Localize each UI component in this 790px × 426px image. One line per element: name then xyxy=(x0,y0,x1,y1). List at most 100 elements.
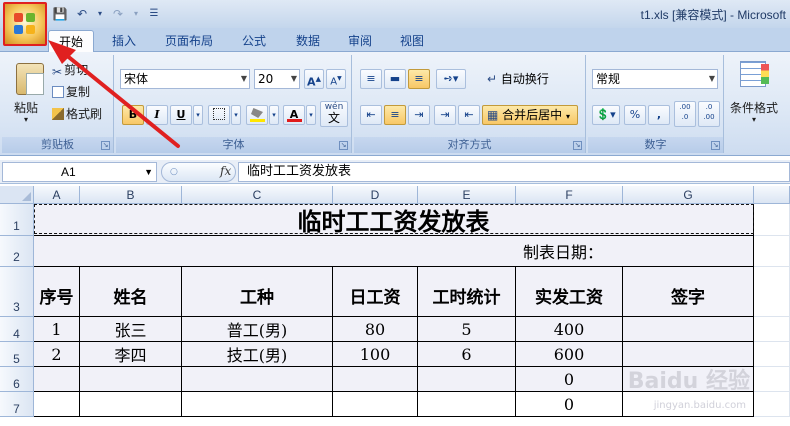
alignment-launcher-icon[interactable]: ↘ xyxy=(573,141,582,150)
column-header-blank[interactable] xyxy=(754,186,790,204)
table-cell[interactable]: 0 xyxy=(516,392,623,417)
header-seq[interactable]: 序号 xyxy=(34,267,80,317)
tab-review[interactable]: 审阅 xyxy=(340,30,380,52)
number-launcher-icon[interactable]: ↘ xyxy=(711,141,720,150)
fill-color-dropdown-icon[interactable]: ▾ xyxy=(269,105,279,125)
table-cell[interactable]: 80 xyxy=(333,317,418,342)
grid-h6[interactable] xyxy=(754,367,790,392)
save-icon[interactable]: 💾 xyxy=(52,6,68,22)
format-painter-button[interactable]: 格式刷 xyxy=(52,105,102,122)
table-cell[interactable] xyxy=(333,367,418,392)
align-bottom-button[interactable]: ≡ xyxy=(408,69,430,89)
table-cell[interactable]: 普工(男) xyxy=(182,317,333,342)
office-button[interactable] xyxy=(3,2,47,46)
table-cell[interactable]: 0 xyxy=(516,367,623,392)
grow-font-button[interactable]: A▲ xyxy=(304,69,324,89)
table-cell[interactable] xyxy=(418,367,516,392)
font-launcher-icon[interactable]: ↘ xyxy=(339,141,348,150)
header-daily-wage[interactable]: 日工资 xyxy=(333,267,418,317)
table-cell[interactable] xyxy=(80,392,182,417)
number-format-select[interactable]: 常规 ▼ xyxy=(592,69,718,89)
align-middle-button[interactable]: ▬ xyxy=(384,69,406,89)
header-net-pay[interactable]: 实发工资 xyxy=(516,267,623,317)
insert-function-button[interactable]: fx xyxy=(220,164,231,178)
header-hours[interactable]: 工时统计 xyxy=(418,267,516,317)
shrink-font-button[interactable]: A▼ xyxy=(326,69,346,89)
clipboard-launcher-icon[interactable]: ↘ xyxy=(101,141,110,150)
tab-page-layout[interactable]: 页面布局 xyxy=(158,30,220,52)
column-header-a[interactable]: A xyxy=(34,186,80,204)
table-cell[interactable] xyxy=(182,367,333,392)
table-cell[interactable]: 1 xyxy=(34,317,80,342)
conditional-format-dropdown-icon[interactable]: ▾ xyxy=(752,115,756,124)
grid-h3[interactable] xyxy=(754,267,790,317)
cut-button[interactable]: ✂ 剪切 xyxy=(52,61,88,79)
formula-splitter-icon[interactable]: ○ xyxy=(170,167,178,177)
font-color-button[interactable]: A xyxy=(283,105,305,125)
select-all-button[interactable] xyxy=(0,186,34,204)
table-cell[interactable] xyxy=(333,392,418,417)
align-left-button[interactable]: ⇤ xyxy=(360,105,382,125)
table-cell[interactable]: 6 xyxy=(418,342,516,367)
percent-button[interactable]: % xyxy=(624,105,646,125)
underline-dropdown-icon[interactable]: ▾ xyxy=(193,105,203,125)
tab-home[interactable]: 开始 xyxy=(48,30,94,52)
merge-center-button[interactable]: ▦ 合并后居中 ▾ xyxy=(482,105,578,125)
phonetic-button[interactable]: wén 文 xyxy=(320,101,348,127)
row-header-1[interactable]: 1 xyxy=(0,204,34,236)
orientation-button[interactable]: ➺▾ xyxy=(436,69,466,89)
bold-button[interactable]: B xyxy=(122,105,144,125)
table-cell[interactable] xyxy=(623,317,754,342)
grid-h7[interactable] xyxy=(754,392,790,417)
row-header-7[interactable]: 7 xyxy=(0,392,34,417)
grid-h2[interactable] xyxy=(754,236,790,267)
conditional-format-button[interactable]: 条件格式 xyxy=(730,99,778,116)
paste-icon[interactable] xyxy=(16,63,44,95)
table-cell[interactable]: 李四 xyxy=(80,342,182,367)
borders-dropdown-icon[interactable]: ▾ xyxy=(231,105,241,125)
grid-h1[interactable] xyxy=(754,204,790,236)
tab-data[interactable]: 数据 xyxy=(288,30,328,52)
table-cell[interactable] xyxy=(182,392,333,417)
font-color-dropdown-icon[interactable]: ▾ xyxy=(306,105,316,125)
table-cell[interactable]: 400 xyxy=(516,317,623,342)
paste-button[interactable]: 粘贴 xyxy=(14,99,38,116)
undo-icon[interactable]: ↶ xyxy=(74,6,90,22)
currency-button[interactable]: 💲▾ xyxy=(592,105,620,125)
align-right-button[interactable]: ⇥ xyxy=(408,105,430,125)
tab-formulas[interactable]: 公式 xyxy=(234,30,274,52)
formula-input[interactable]: 临时工工资发放表 xyxy=(238,162,790,182)
column-header-g[interactable]: G xyxy=(623,186,754,204)
grid-h4[interactable] xyxy=(754,317,790,342)
date-label-cell[interactable]: 制表日期： xyxy=(34,236,754,267)
align-center-button[interactable]: ≡ xyxy=(384,105,406,125)
increase-decimal-button[interactable]: .00 .0 xyxy=(674,101,696,127)
table-cell[interactable] xyxy=(418,392,516,417)
borders-button[interactable] xyxy=(208,105,230,125)
conditional-format-icon[interactable] xyxy=(740,61,769,87)
row-header-2[interactable]: 2 xyxy=(0,236,34,267)
decrease-decimal-button[interactable]: .0 .00 xyxy=(698,101,720,127)
tab-insert[interactable]: 插入 xyxy=(104,30,144,52)
table-cell[interactable] xyxy=(34,392,80,417)
comma-button[interactable]: , xyxy=(648,105,670,125)
redo-dropdown-icon[interactable]: ▾ xyxy=(132,6,140,22)
header-name[interactable]: 姓名 xyxy=(80,267,182,317)
increase-indent-button[interactable]: ⇤ xyxy=(458,105,480,125)
table-cell[interactable]: 100 xyxy=(333,342,418,367)
name-box[interactable]: A1 ▼ xyxy=(2,162,157,182)
table-cell[interactable]: 2 xyxy=(34,342,80,367)
row-header-6[interactable]: 6 xyxy=(0,367,34,392)
table-cell[interactable] xyxy=(34,367,80,392)
fill-color-button[interactable] xyxy=(246,105,268,125)
italic-button[interactable]: I xyxy=(146,105,168,125)
tab-view[interactable]: 视图 xyxy=(392,30,432,52)
sheet-title-cell[interactable]: 临时工工资发放表 xyxy=(34,204,754,236)
underline-button[interactable]: U xyxy=(170,105,192,125)
customize-qat-icon[interactable]: ☰ xyxy=(146,6,162,22)
table-cell[interactable]: 技工(男) xyxy=(182,342,333,367)
table-cell[interactable]: 5 xyxy=(418,317,516,342)
table-cell[interactable] xyxy=(80,367,182,392)
row-header-5[interactable]: 5 xyxy=(0,342,34,367)
column-header-f[interactable]: F xyxy=(516,186,623,204)
